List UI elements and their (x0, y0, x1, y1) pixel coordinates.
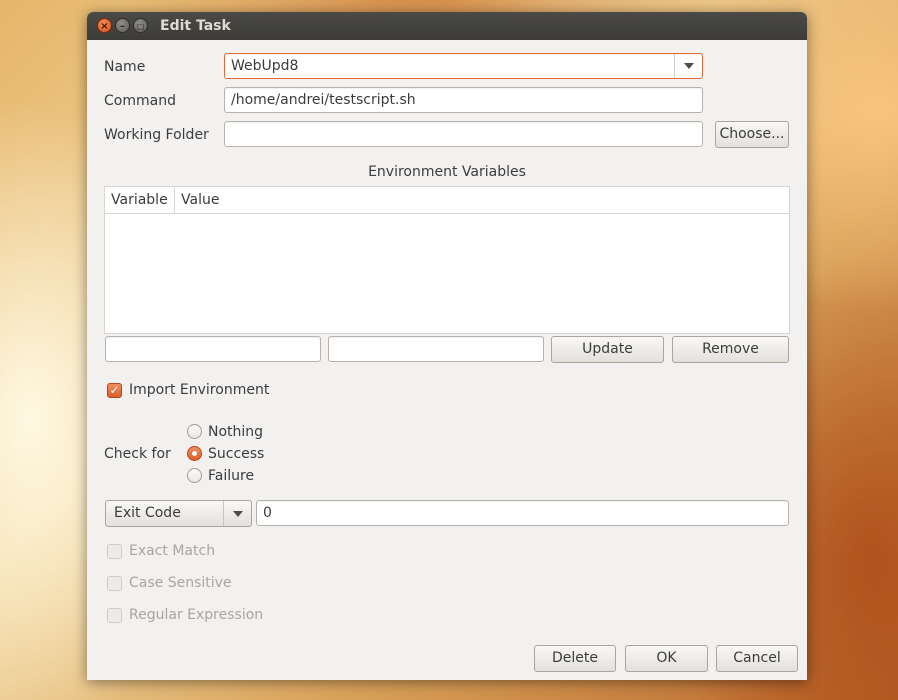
name-combo[interactable]: WebUpd8 (224, 53, 703, 79)
title-bar[interactable]: × – □ Edit Task (87, 12, 807, 40)
check-for-label: Check for (104, 446, 171, 462)
environment-variables-table[interactable]: Variable Value (104, 186, 790, 334)
regular-expression-label: Regular Expression (129, 607, 264, 623)
check-type-arrow (223, 501, 251, 526)
remove-button[interactable]: Remove (672, 336, 789, 363)
radio-failure-label[interactable]: Failure (208, 464, 254, 488)
value-input[interactable] (328, 336, 544, 362)
check-type-dropdown[interactable]: Exit Code (105, 500, 252, 527)
import-environment-label[interactable]: Import Environment (129, 378, 269, 402)
check-type-value: Exit Code (114, 505, 181, 521)
chevron-down-icon (232, 510, 243, 517)
radio-nothing[interactable] (187, 424, 202, 439)
chevron-down-icon (683, 63, 694, 69)
maximize-icon[interactable]: □ (133, 18, 148, 33)
working-folder-field[interactable] (224, 121, 703, 147)
command-label: Command (104, 93, 176, 109)
environment-variables-title: Environment Variables (368, 164, 526, 180)
regular-expression-checkbox[interactable] (107, 608, 122, 623)
check-value-field[interactable]: 0 (256, 500, 789, 526)
name-value: WebUpd8 (231, 58, 299, 74)
update-button[interactable]: Update (551, 336, 664, 363)
ok-button[interactable]: OK (625, 645, 708, 672)
radio-failure[interactable] (187, 468, 202, 483)
minimize-icon[interactable]: – (115, 18, 130, 33)
column-header-variable[interactable]: Variable (105, 187, 175, 213)
variable-input[interactable] (105, 336, 321, 362)
close-icon[interactable]: × (97, 18, 112, 33)
working-folder-label: Working Folder (104, 127, 209, 143)
radio-nothing-label[interactable]: Nothing (208, 420, 263, 444)
column-header-value[interactable]: Value (175, 187, 789, 213)
import-environment-checkbox[interactable]: ✓ (107, 383, 122, 398)
name-dropdown-button[interactable] (674, 54, 702, 78)
case-sensitive-label: Case Sensitive (129, 575, 232, 591)
exact-match-checkbox[interactable] (107, 544, 122, 559)
name-label: Name (104, 59, 146, 75)
exact-match-label: Exact Match (129, 543, 216, 559)
radio-success[interactable] (187, 446, 202, 461)
window-title: Edit Task (160, 18, 231, 34)
case-sensitive-checkbox[interactable] (107, 576, 122, 591)
radio-success-label[interactable]: Success (208, 442, 264, 466)
choose-button[interactable]: Choose... (715, 121, 789, 148)
edit-task-dialog: × – □ Edit Task Name WebUpd8 Command /ho… (87, 12, 807, 680)
command-field[interactable]: /home/andrei/testscript.sh (224, 87, 703, 113)
cancel-button[interactable]: Cancel (716, 645, 798, 672)
table-header: Variable Value (105, 187, 789, 214)
delete-button[interactable]: Delete (534, 645, 616, 672)
